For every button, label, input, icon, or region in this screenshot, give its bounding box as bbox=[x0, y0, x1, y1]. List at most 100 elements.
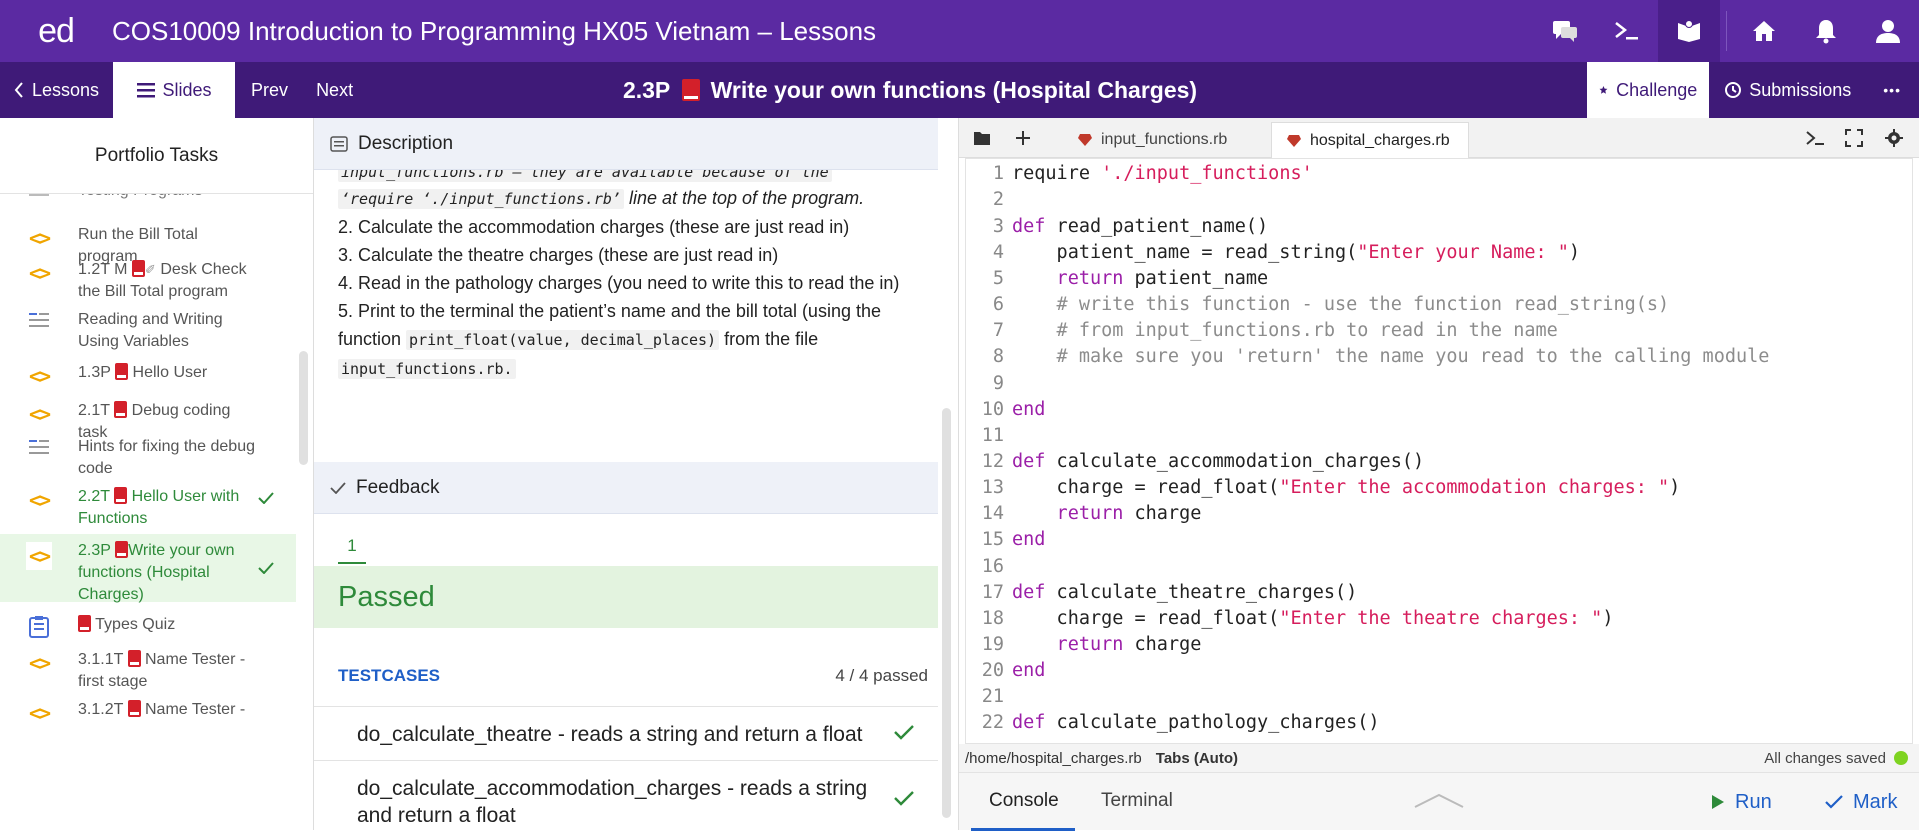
sidebar-item-label: 3.1.2T Name Tester - bbox=[78, 700, 246, 718]
back-to-lessons-button[interactable]: Lessons bbox=[0, 62, 113, 118]
challenge-label: Challenge bbox=[1616, 79, 1698, 100]
add-file-icon[interactable] bbox=[1015, 130, 1031, 146]
tab-hospital-charges[interactable]: hospital_charges.rb bbox=[1271, 122, 1469, 158]
require-text: line at the top of the program. bbox=[623, 188, 865, 208]
slide-list: Testing Programs <> Run the Bill Total p… bbox=[0, 194, 296, 830]
tab-console[interactable]: Console bbox=[971, 773, 1075, 831]
testcases-label: TESTCASES bbox=[338, 666, 441, 685]
slides-button[interactable]: Slides bbox=[113, 62, 236, 118]
step-4: 4. Read in the pathology charges (you ne… bbox=[338, 273, 900, 293]
sidebar-item-hello-user-functions[interactable]: <> 2.2T Hello User with Functions bbox=[0, 486, 296, 530]
prev-button[interactable]: Prev bbox=[235, 62, 302, 118]
challenge-button[interactable]: Challenge bbox=[1587, 62, 1710, 118]
testcase-name: do_calculate_accommodation_charges - rea… bbox=[357, 777, 868, 827]
terminal-icon[interactable] bbox=[1596, 0, 1658, 62]
code-editor-panel: input_functions.rb hospital_charges.rb 1… bbox=[958, 118, 1919, 831]
quiz-icon bbox=[29, 616, 49, 638]
sidebar-item-name-tester-2[interactable]: <> 3.1.2T Name Tester - bbox=[0, 699, 296, 725]
book-icon bbox=[115, 363, 129, 380]
pencil-icon: ✐ bbox=[144, 262, 156, 277]
tab-terminal[interactable]: Terminal bbox=[1083, 773, 1191, 831]
chevron-left-icon bbox=[14, 82, 23, 98]
more-options-button[interactable]: ••• bbox=[1865, 62, 1919, 118]
folder-icon[interactable] bbox=[973, 130, 991, 146]
sidebar-item-hints-debug[interactable]: Hints for fixing the debug code bbox=[0, 436, 296, 480]
user-avatar-icon[interactable] bbox=[1857, 0, 1919, 62]
code-line: 9 bbox=[992, 373, 1004, 394]
code-line: 22 def calculate_pathology_charges() bbox=[981, 712, 1380, 733]
checkmark-icon bbox=[258, 492, 274, 504]
document-list-icon bbox=[29, 194, 49, 200]
ruby-icon bbox=[1078, 134, 1092, 146]
editor-tab-bar: input_functions.rb hospital_charges.rb bbox=[959, 118, 1919, 158]
menu-icon bbox=[136, 83, 155, 98]
code-editor[interactable]: 1 require './input_functions' 2 3 def read… bbox=[965, 158, 1913, 744]
feedback-header[interactable]: Feedback bbox=[314, 462, 938, 514]
history-icon bbox=[1725, 82, 1742, 98]
course-title: COS10009 Introduction to Programming HX0… bbox=[112, 15, 877, 46]
document-icon bbox=[330, 135, 348, 152]
document-list-icon bbox=[29, 438, 49, 456]
notification-bell-icon[interactable] bbox=[1795, 0, 1857, 62]
fullscreen-icon[interactable] bbox=[1845, 129, 1863, 147]
sidebar-item-label: 1.2T M ✐ Desk Check the Bill Total progr… bbox=[78, 260, 247, 300]
next-button[interactable]: Next bbox=[302, 62, 367, 118]
code-icon: <> bbox=[28, 364, 51, 388]
feedback-tab-1[interactable]: 1 bbox=[338, 536, 366, 564]
step-5: 5. Print to the terminal the patient’s n… bbox=[338, 301, 881, 379]
mark-button[interactable]: Mark bbox=[1825, 773, 1897, 831]
settings-gear-icon[interactable] bbox=[1885, 129, 1903, 147]
testcases-count: 4 / 4 passed bbox=[835, 666, 928, 685]
sidebar-item-testing-programs[interactable]: Testing Programs bbox=[0, 194, 296, 202]
ruby-icon bbox=[1287, 134, 1301, 147]
lessons-icon[interactable] bbox=[1658, 0, 1720, 62]
discussion-icon[interactable] bbox=[1534, 0, 1596, 62]
code-line: 8 # make sure you 'return' the name you … bbox=[992, 346, 1770, 367]
book-icon bbox=[114, 487, 128, 504]
sidebar-item-hello-user[interactable]: <> 1.3P Hello User bbox=[0, 362, 296, 388]
code-line: 15 end bbox=[981, 529, 1046, 550]
panel-scrollbar[interactable] bbox=[942, 408, 951, 818]
sidebar-item-name-tester-1[interactable]: <> 3.1.1T Name Tester - first stage bbox=[0, 649, 296, 693]
code-line: 5 return patient_name bbox=[992, 268, 1269, 289]
saved-indicator-icon bbox=[1894, 751, 1908, 765]
description-body: input_functions.rb – they are available … bbox=[338, 164, 928, 383]
terminal-icon[interactable] bbox=[1805, 130, 1825, 146]
tab-input-functions[interactable]: input_functions.rb bbox=[1063, 122, 1245, 158]
indent-mode[interactable]: Tabs (Auto) bbox=[1156, 750, 1238, 767]
sidebar-item-label: 3.1.1T Name Tester - first stage bbox=[78, 650, 246, 690]
run-button[interactable]: Run bbox=[1711, 773, 1772, 831]
sidebar-item-label: 1.3P Hello User bbox=[78, 363, 208, 381]
book-icon bbox=[127, 650, 141, 667]
testcase-row[interactable]: do_calculate_accommodation_charges - rea… bbox=[314, 760, 938, 830]
sidebar-item-label: 2.2T Hello User with Functions bbox=[78, 487, 240, 527]
sidebar-item-desk-check[interactable]: <> 1.2T M ✐ Desk Check the Bill Total pr… bbox=[0, 259, 296, 303]
description-header[interactable]: Description bbox=[314, 118, 938, 170]
sidebar-scrollbar[interactable] bbox=[299, 351, 308, 465]
code-icon: <> bbox=[28, 261, 51, 285]
file-path: /home/hospital_charges.rb bbox=[965, 749, 1142, 767]
code-line: 12 def calculate_accommodation_charges() bbox=[981, 451, 1425, 472]
code-line: 13 charge = read_float("Enter the accomm… bbox=[981, 477, 1681, 498]
divider bbox=[1726, 11, 1727, 51]
code-line: 20 end bbox=[981, 660, 1046, 681]
require-chip: ‘require ‘./input_functions.rb’ bbox=[338, 189, 624, 209]
sidebar-item-types-quiz[interactable]: Types Quiz bbox=[0, 614, 296, 638]
testcase-row[interactable]: do_calculate_theatre - reads a string an… bbox=[314, 706, 938, 760]
expand-console-icon[interactable] bbox=[1413, 791, 1465, 811]
code-line: 1 require './input_functions' bbox=[992, 163, 1313, 184]
sidebar-item-hospital-charges[interactable]: <> 2.3P Write your own functions (Hospit… bbox=[0, 534, 296, 603]
submissions-button[interactable]: Submissions bbox=[1709, 62, 1865, 118]
lesson-navbar: Lessons Slides Prev Next 2.3P Write your… bbox=[0, 62, 1919, 118]
star-icon bbox=[1599, 86, 1608, 94]
lesson-code: 2.3P bbox=[622, 77, 670, 103]
ed-logo[interactable]: ed bbox=[0, 12, 112, 51]
save-status: All changes saved bbox=[1764, 750, 1908, 767]
home-icon[interactable] bbox=[1733, 0, 1795, 62]
sidebar-item-label: Reading and Writing Using Variables bbox=[78, 311, 223, 350]
code-icon: <> bbox=[28, 488, 51, 512]
sidebar-item-reading-writing[interactable]: Reading and Writing Using Variables bbox=[0, 309, 296, 353]
checkmark-icon bbox=[894, 791, 914, 806]
checkmark-icon bbox=[894, 725, 914, 740]
slides-label: Slides bbox=[162, 79, 212, 100]
